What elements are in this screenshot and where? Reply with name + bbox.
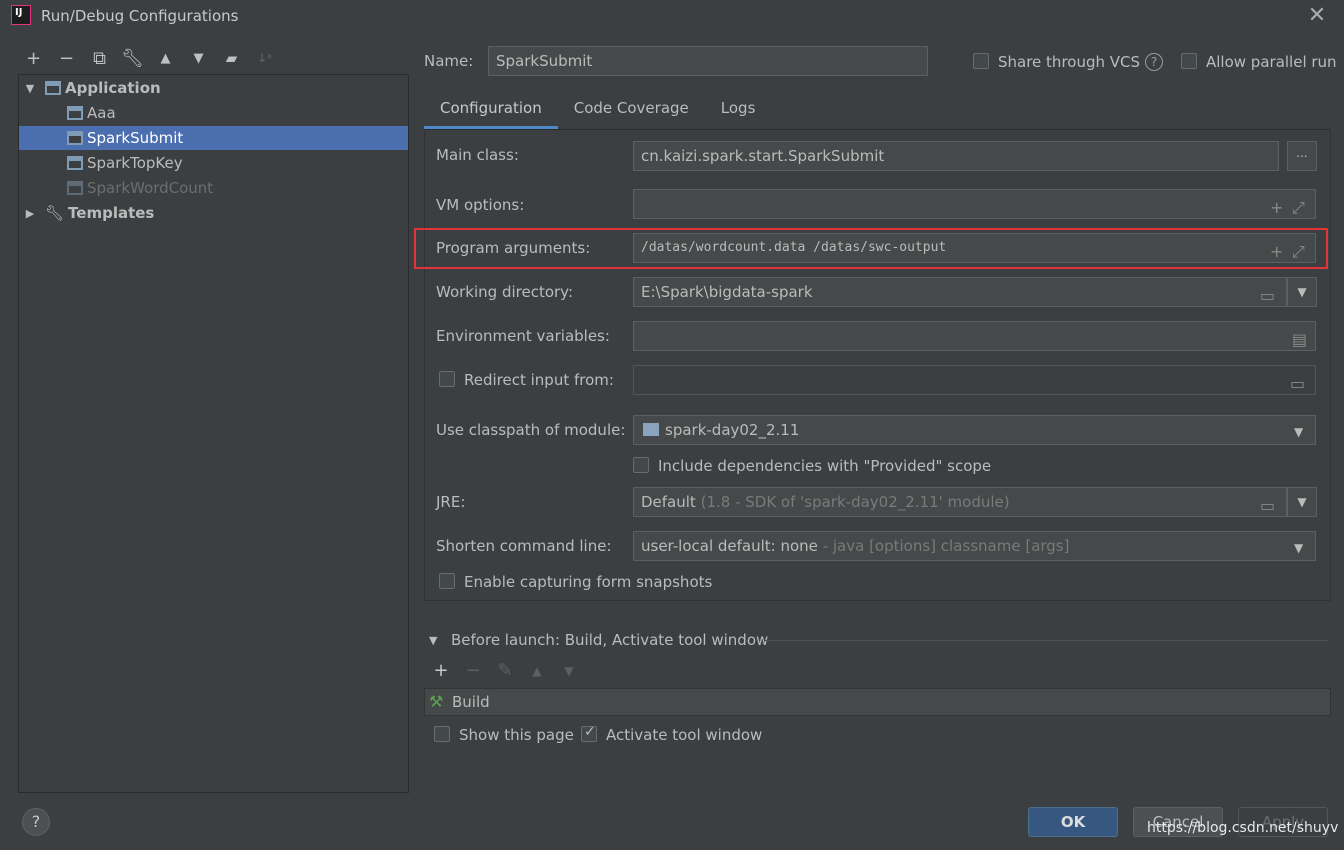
tree-item-sparkwordcount[interactable]: SparkWordCount xyxy=(19,176,408,200)
folder-icon[interactable]: ▭ xyxy=(1290,370,1305,394)
config-tabs: Configuration Code Coverage Logs xyxy=(424,93,771,129)
before-launch-build-item[interactable]: ⚒ Build xyxy=(424,688,1331,716)
show-page-label: Show this page xyxy=(459,726,574,744)
tree-node-application[interactable]: ▼ Application xyxy=(19,76,408,100)
activate-tool-window-label: Activate tool window xyxy=(606,726,763,744)
application-icon xyxy=(67,156,83,170)
wrench-icon[interactable]: 🔧︎ xyxy=(119,45,146,72)
move-down-icon[interactable]: ▼ xyxy=(558,660,580,682)
capture-snapshots-label: Enable capturing form snapshots xyxy=(464,573,713,591)
application-icon xyxy=(67,106,83,120)
environment-variables-field[interactable]: ▤ xyxy=(633,321,1316,351)
main-class-field[interactable]: cn.kaizi.spark.start.SparkSubmit xyxy=(633,141,1279,171)
expand-icon[interactable]: ⤢ xyxy=(1292,194,1305,218)
program-arguments-field[interactable]: /datas/wordcount.data /datas/swc-output … xyxy=(633,233,1316,263)
browse-button[interactable]: ... xyxy=(1287,141,1317,171)
move-up-icon[interactable]: ▲ xyxy=(526,660,548,682)
wrench-icon: 🔧︎ xyxy=(45,204,65,222)
tab-configuration[interactable]: Configuration xyxy=(424,93,558,129)
tree-node-templates[interactable]: ▶ 🔧︎ Templates xyxy=(19,201,408,225)
close-icon[interactable]: ✕ xyxy=(1304,3,1330,29)
include-dependencies-checkbox[interactable] xyxy=(633,457,649,473)
jre-label: JRE: xyxy=(436,493,466,511)
jre-field[interactable]: Default (1.8 - SDK of 'spark-day02_2.11'… xyxy=(633,487,1287,517)
remove-icon[interactable]: − xyxy=(53,45,80,72)
classpath-module-label: Use classpath of module: xyxy=(436,421,626,439)
chevron-down-icon[interactable]: ▼ xyxy=(1294,418,1303,444)
allow-parallel-label: Allow parallel run xyxy=(1206,53,1337,71)
shorten-command-line-label: Shorten command line: xyxy=(436,537,612,555)
folder-icon[interactable]: ▭ xyxy=(1260,492,1275,516)
application-icon xyxy=(67,181,83,195)
copy-icon[interactable]: ⧉ xyxy=(86,45,113,72)
tab-logs[interactable]: Logs xyxy=(705,93,772,129)
name-label: Name: xyxy=(424,52,474,70)
before-launch-toolbar: + − ✎ ▲ ▼ xyxy=(430,660,580,682)
plus-icon[interactable]: + xyxy=(1270,238,1283,262)
ok-button[interactable]: OK xyxy=(1028,807,1118,837)
vm-options-label: VM options: xyxy=(436,196,525,214)
watermark-url: https://blog.csdn.net/shuyv xyxy=(1147,820,1339,836)
move-up-icon[interactable]: ▲ xyxy=(152,45,179,72)
include-dependencies-label: Include dependencies with "Provided" sco… xyxy=(658,457,992,475)
chevron-right-icon[interactable]: ▶ xyxy=(23,207,37,220)
edit-icon[interactable]: ✎ xyxy=(494,660,516,682)
config-tree: ▼ Application Aaa SparkSubmit SparkTopKe… xyxy=(18,74,409,793)
environment-variables-label: Environment variables: xyxy=(436,327,610,345)
share-vcs-label: Share through VCS xyxy=(998,53,1141,71)
classpath-module-select[interactable]: spark-day02_2.11 ▼ xyxy=(633,415,1316,445)
chevron-down-icon[interactable]: ▼ xyxy=(1287,277,1317,307)
expand-icon[interactable]: ⤢ xyxy=(1292,238,1305,262)
chevron-down-icon[interactable]: ▼ xyxy=(429,634,437,647)
hammer-icon: ⚒ xyxy=(429,692,444,711)
section-divider xyxy=(765,640,1328,641)
shorten-command-line-select[interactable]: user-local default: none - java [options… xyxy=(633,531,1316,561)
vm-options-field[interactable]: + ⤢ xyxy=(633,189,1316,219)
edit-list-icon[interactable]: ▤ xyxy=(1292,326,1307,350)
move-down-icon[interactable]: ▼ xyxy=(185,45,212,72)
tab-code-coverage[interactable]: Code Coverage xyxy=(558,93,705,129)
application-icon xyxy=(67,131,83,145)
share-vcs-checkbox[interactable] xyxy=(973,53,989,69)
tree-item-sparksubmit[interactable]: SparkSubmit xyxy=(19,126,408,150)
chevron-down-icon[interactable]: ▼ xyxy=(23,82,37,95)
chevron-down-icon[interactable]: ▼ xyxy=(1287,487,1317,517)
add-icon[interactable]: + xyxy=(430,660,452,682)
chevron-down-icon[interactable]: ▼ xyxy=(1294,534,1303,560)
redirect-input-checkbox[interactable] xyxy=(439,371,455,387)
program-arguments-label: Program arguments: xyxy=(436,239,591,257)
working-directory-field[interactable]: E:\Spark\bigdata-spark ▭ xyxy=(633,277,1287,307)
help-icon[interactable]: ? xyxy=(1145,53,1163,71)
tree-item-sparktopkey[interactable]: SparkTopKey xyxy=(19,151,408,175)
folder-icon[interactable]: ▭ xyxy=(1260,282,1275,306)
module-folder-icon xyxy=(643,423,659,436)
before-launch-title: Before launch: Build, Activate tool wind… xyxy=(451,631,769,649)
sort-icon[interactable]: ↓ᵃ xyxy=(251,45,278,72)
folder-add-icon[interactable]: ▰ xyxy=(218,45,245,72)
name-field[interactable]: SparkSubmit xyxy=(488,46,928,76)
activate-tool-window-checkbox[interactable] xyxy=(581,724,597,742)
remove-icon[interactable]: − xyxy=(462,660,484,682)
add-icon[interactable]: + xyxy=(20,45,47,72)
show-page-checkbox[interactable] xyxy=(434,726,450,742)
allow-parallel-checkbox[interactable] xyxy=(1181,53,1197,69)
capture-snapshots-checkbox[interactable] xyxy=(439,573,455,589)
redirect-input-field[interactable]: ▭ xyxy=(633,365,1316,395)
window-title: Run/Debug Configurations xyxy=(41,7,239,25)
config-toolbar: + − ⧉ 🔧︎ ▲ ▼ ▰ ↓ᵃ xyxy=(20,44,278,72)
main-class-label: Main class: xyxy=(436,146,519,164)
intellij-app-icon: IJ xyxy=(11,5,31,25)
application-icon xyxy=(45,81,61,95)
title-bar: IJ Run/Debug Configurations ✕ xyxy=(0,0,1344,34)
redirect-input-label: Redirect input from: xyxy=(464,371,614,389)
working-directory-label: Working directory: xyxy=(436,283,574,301)
help-button[interactable]: ? xyxy=(22,808,50,836)
tree-item-aaa[interactable]: Aaa xyxy=(19,101,408,125)
plus-icon[interactable]: + xyxy=(1270,194,1283,218)
